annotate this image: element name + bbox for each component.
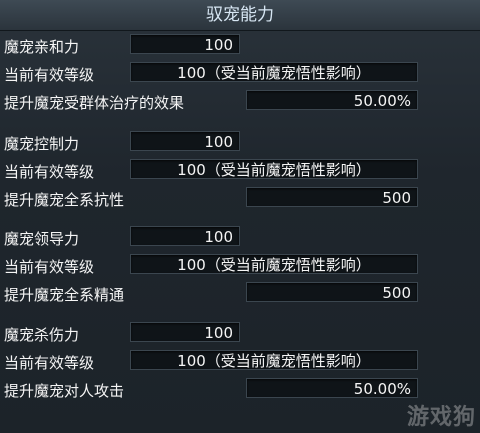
effect-label: 提升魔宠全系精通 — [4, 286, 125, 304]
ability-name-label: 魔宠控制力 — [4, 135, 80, 153]
ability-value-field: 100 — [130, 131, 240, 151]
effect-value-field: 500 — [246, 282, 418, 302]
effect-label: 提升魔宠全系抗性 — [4, 191, 125, 209]
pet-ability-panel: 驭宠能力 魔宠亲和力 100 当前有效等级 100（受当前魔宠悟性影响） 提升魔… — [0, 0, 480, 433]
effective-level-field: 100（受当前魔宠悟性影响） — [130, 254, 418, 274]
effect-label: 提升魔宠受群体治疗的效果 — [4, 94, 185, 112]
watermark-logo: 游戏狗 — [406, 405, 476, 430]
effect-label: 提升魔宠对人攻击 — [4, 382, 125, 400]
effect-value-field: 50.00% — [246, 378, 418, 398]
ability-name-label: 魔宠亲和力 — [4, 38, 80, 56]
effect-value-field: 50.00% — [246, 90, 418, 110]
panel-title: 驭宠能力 — [0, 0, 480, 31]
ability-value-field: 100 — [130, 34, 240, 54]
effective-level-field: 100（受当前魔宠悟性影响） — [130, 159, 418, 179]
effective-level-field: 100（受当前魔宠悟性影响） — [130, 62, 418, 82]
ability-name-label: 魔宠杀伤力 — [4, 326, 80, 344]
effective-level-label: 当前有效等级 — [4, 163, 95, 181]
effective-level-label: 当前有效等级 — [4, 354, 95, 372]
effective-level-field: 100（受当前魔宠悟性影响） — [130, 350, 418, 370]
ability-name-label: 魔宠领导力 — [4, 230, 80, 248]
effect-value-field: 500 — [246, 187, 418, 207]
effective-level-label: 当前有效等级 — [4, 258, 95, 276]
effective-level-label: 当前有效等级 — [4, 66, 95, 84]
ability-value-field: 100 — [130, 322, 240, 342]
ability-value-field: 100 — [130, 226, 240, 246]
